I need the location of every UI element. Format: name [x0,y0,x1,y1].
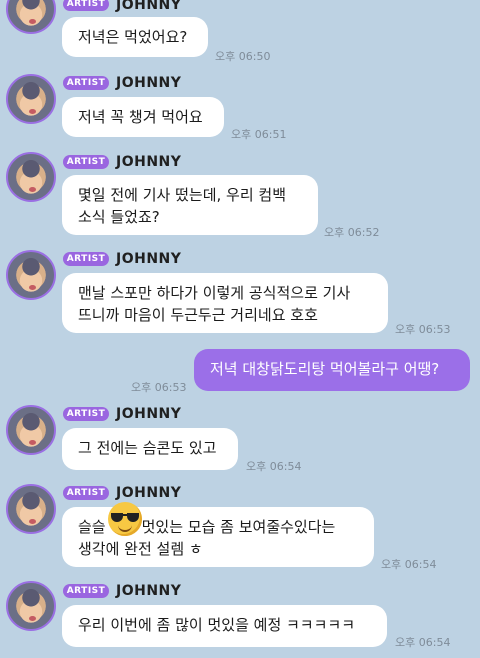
artist-badge: ARTIST [63,486,109,500]
message-time: 오후 06:54 [246,460,302,473]
artist-badge: ARTIST [63,76,109,90]
artist-badge: ARTIST [63,252,109,266]
artist-badge: ARTIST [63,407,109,421]
message-time: 오후 06:54 [395,636,451,649]
message-text: 슬슬 [78,518,106,536]
message-time: 오후 06:50 [215,50,271,63]
avatar[interactable] [6,0,56,34]
sender-name: JOHNNY [116,485,182,501]
artist-badge: ARTIST [63,584,109,598]
avatar[interactable] [6,250,56,300]
message-bubble[interactable]: 저녁 꼭 챙겨 먹어요 [62,97,224,137]
avatar[interactable] [6,581,56,631]
message-time: 오후 06:53 [131,381,187,394]
message-bubble[interactable]: 저녁은 먹었어요? [62,17,208,57]
sender-name: JOHNNY [116,406,182,422]
message-bubble[interactable]: 몇일 전에 기사 떴는데, 우리 컴백 소식 들었죠? [62,175,318,235]
sender-name: JOHNNY [116,75,182,91]
message-text: 멋있는 모습 좀 보여줄수있다는 [141,518,336,536]
message-time: 오후 06:51 [231,128,287,141]
message-bubble[interactable]: 그 전에는 슴콘도 있고 [62,428,238,470]
sender-name: JOHNNY [116,0,182,13]
message-bubble[interactable]: 우리 이번에 좀 많이 멋있을 예정 ㅋㅋㅋㅋㅋ [62,605,387,647]
message-text: 생각에 완전 설렘 ㅎ [78,540,203,558]
message-bubble[interactable]: 맨날 스포만 하다가 이렇게 공식적으로 기사 뜨니까 마음이 두근두근 거리네… [62,273,388,333]
sender-name: JOHNNY [116,154,182,170]
avatar[interactable] [6,405,56,455]
avatar[interactable] [6,152,56,202]
message-time: 오후 06:53 [395,323,451,336]
sender-name: JOHNNY [116,583,182,599]
message-time: 오후 06:52 [324,226,380,239]
outgoing-message-bubble[interactable]: 저녁 대창닭도리탕 먹어볼라구 어땡? [194,349,470,391]
avatar[interactable] [6,484,56,534]
avatar[interactable] [6,74,56,124]
artist-badge: ARTIST [63,0,109,11]
sender-name: JOHNNY [116,251,182,267]
artist-badge: ARTIST [63,155,109,169]
message-time: 오후 06:54 [381,558,437,571]
sunglasses-emoji-icon [108,502,142,536]
